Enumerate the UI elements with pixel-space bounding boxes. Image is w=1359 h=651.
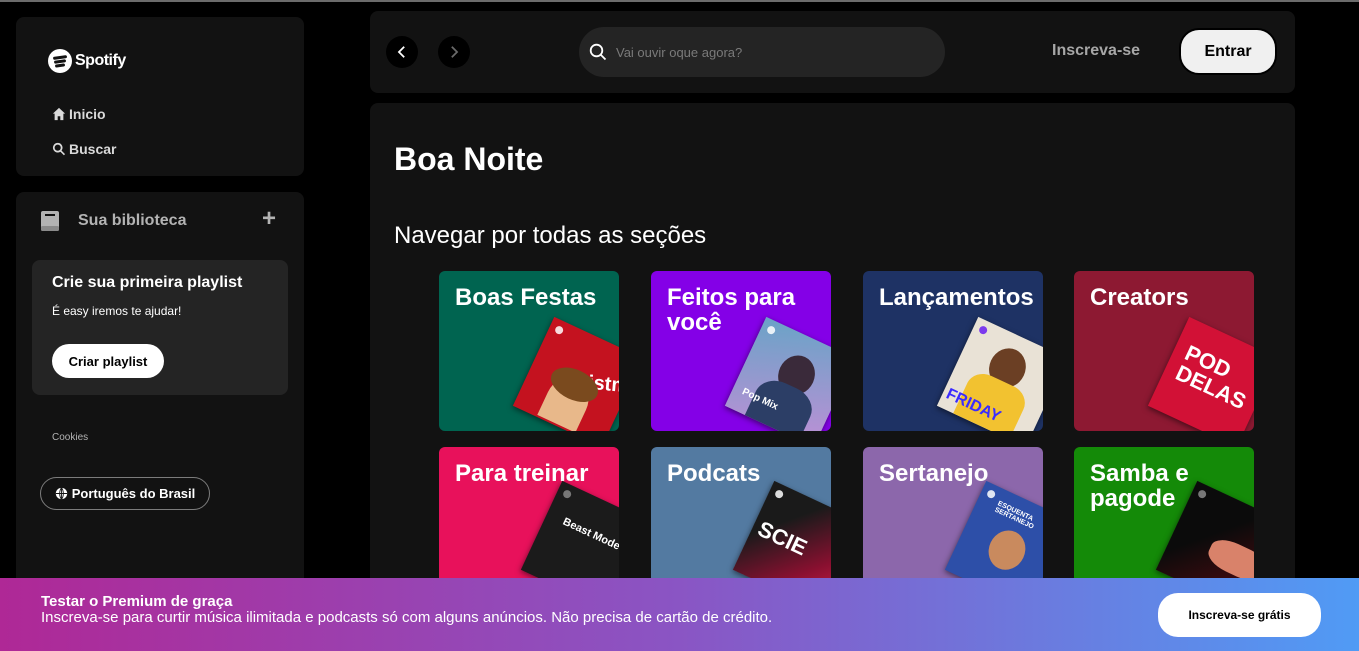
forward-button[interactable] xyxy=(438,36,470,68)
tile-cover-text: Beast Mode xyxy=(560,515,619,553)
back-button[interactable] xyxy=(386,36,418,68)
cookies-link[interactable]: Cookies xyxy=(52,432,88,443)
category-tile-boas-festas[interactable]: Boas Festas Christmas Hits xyxy=(439,271,619,431)
category-tile-lancamentos[interactable]: Lançamentos FRIDAY xyxy=(863,271,1043,431)
section-title: Navegar por todas as seções xyxy=(394,222,707,249)
globe-icon xyxy=(55,487,67,500)
top-bar: Inscreva-se Entrar xyxy=(370,11,1295,93)
language-button[interactable]: Português do Brasil xyxy=(40,477,210,510)
library-header[interactable]: Sua biblioteca xyxy=(40,209,186,233)
add-playlist-button[interactable]: + xyxy=(262,207,276,231)
tile-title: Para treinar xyxy=(455,460,589,487)
tile-title: Boas Festas xyxy=(455,284,597,311)
tile-cover-image: Christmas Hits xyxy=(512,316,619,431)
library-panel: Sua biblioteca + Crie sua primeira playl… xyxy=(16,192,304,592)
category-tile-creators[interactable]: Creators POD DELAS xyxy=(1074,271,1254,431)
chevron-right-icon xyxy=(451,46,459,58)
tile-title: Creators xyxy=(1090,284,1189,311)
premium-banner-title: Testar o Premium de graça xyxy=(41,593,233,610)
premium-banner[interactable]: Testar o Premium de graça Inscreva-se pa… xyxy=(0,578,1359,651)
search-icon xyxy=(52,142,66,156)
sidebar-item-search-label: Buscar xyxy=(69,141,117,157)
tile-title: Feitos para você xyxy=(667,284,796,336)
tile-title: Lançamentos xyxy=(879,284,1034,311)
login-button[interactable]: Entrar xyxy=(1179,28,1277,75)
sidebar-nav-panel: Spotify Inicio Buscar xyxy=(16,17,304,176)
spotify-logo-text: Spotify xyxy=(75,52,126,69)
premium-banner-text: Inscreva-se para curtir música ilimitada… xyxy=(41,609,773,626)
tile-cover-text: SCIE xyxy=(753,516,812,561)
main-content: Boa Noite Navegar por todas as seções Bo… xyxy=(370,103,1295,651)
tile-cover-image: POD DELAS xyxy=(1147,316,1254,431)
window-top-edge xyxy=(0,0,1359,2)
sidebar-item-home-label: Inicio xyxy=(69,106,106,122)
create-playlist-subtitle: É easy iremos te ajudar! xyxy=(52,304,182,318)
home-icon xyxy=(52,107,66,121)
language-label: Português do Brasil xyxy=(71,486,196,501)
search-icon xyxy=(589,43,607,61)
create-playlist-title: Crie sua primeira playlist xyxy=(52,274,243,291)
create-playlist-button[interactable]: Criar playlist xyxy=(52,344,164,378)
sidebar-item-home[interactable]: Inicio xyxy=(52,106,106,122)
tile-cover-text: POD DELAS xyxy=(1171,340,1251,415)
spotify-logo[interactable]: Spotify xyxy=(48,49,126,73)
tile-title: Podcats xyxy=(667,460,761,487)
library-title: Sua biblioteca xyxy=(78,212,187,229)
page-title: Boa Noite xyxy=(394,141,544,177)
signup-free-button[interactable]: Inscreva-se grátis xyxy=(1158,593,1321,637)
tile-title: Sertanejo xyxy=(879,460,989,487)
signup-link[interactable]: Inscreva-se xyxy=(1052,42,1140,60)
tile-cover-image: FRIDAY xyxy=(936,316,1043,431)
chevron-left-icon xyxy=(397,46,405,58)
spotify-logo-icon xyxy=(48,49,72,73)
library-icon xyxy=(41,211,59,231)
category-tile-feitos-para-voce[interactable]: Feitos para você Pop Mix xyxy=(651,271,831,431)
search-box[interactable] xyxy=(579,27,945,77)
search-input[interactable] xyxy=(616,41,916,63)
create-playlist-card: Crie sua primeira playlist É easy iremos… xyxy=(32,260,288,395)
sidebar-item-search[interactable]: Buscar xyxy=(52,141,116,157)
